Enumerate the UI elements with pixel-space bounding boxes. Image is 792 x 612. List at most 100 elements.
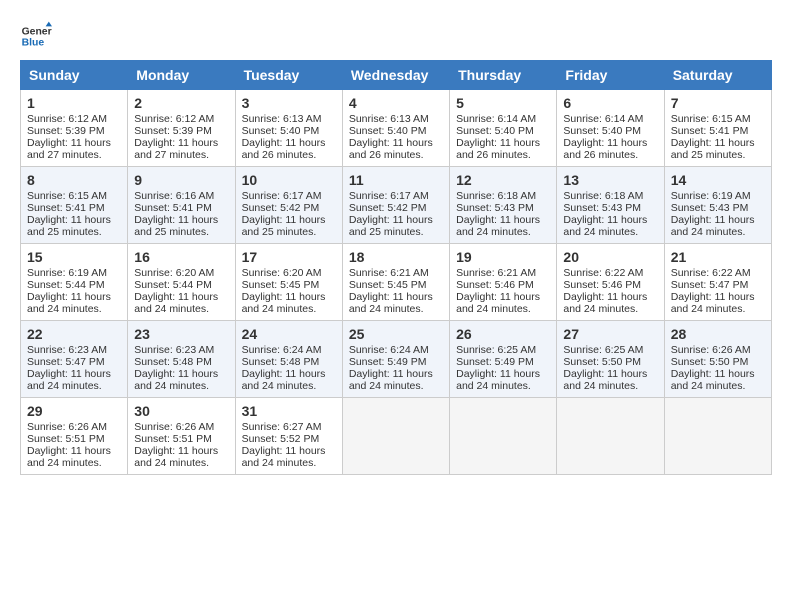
calendar-week-row: 22 Sunrise: 6:23 AM Sunset: 5:47 PM Dayl… [21,321,772,398]
svg-text:Blue: Blue [22,38,45,49]
daylight-label: Daylight: 11 hours and 24 minutes. [349,291,433,315]
sunset-label: Sunset: 5:51 PM [134,433,212,445]
sunrise-label: Sunrise: 6:25 AM [563,344,643,356]
calendar-cell: 4 Sunrise: 6:13 AM Sunset: 5:40 PM Dayli… [342,90,449,167]
sunset-label: Sunset: 5:41 PM [671,125,749,137]
svg-text:General: General [22,26,52,37]
sunrise-label: Sunrise: 6:22 AM [671,267,751,279]
day-number: 3 [242,95,336,111]
sunset-label: Sunset: 5:47 PM [27,356,105,368]
calendar-cell [342,398,449,475]
calendar-cell: 5 Sunrise: 6:14 AM Sunset: 5:40 PM Dayli… [450,90,557,167]
daylight-label: Daylight: 11 hours and 24 minutes. [134,291,218,315]
sunrise-label: Sunrise: 6:26 AM [671,344,751,356]
sunrise-label: Sunrise: 6:13 AM [242,113,322,125]
daylight-label: Daylight: 11 hours and 24 minutes. [456,368,540,392]
sunrise-label: Sunrise: 6:24 AM [349,344,429,356]
sunset-label: Sunset: 5:46 PM [456,279,534,291]
sunrise-label: Sunrise: 6:20 AM [134,267,214,279]
sunset-label: Sunset: 5:49 PM [349,356,427,368]
daylight-label: Daylight: 11 hours and 25 minutes. [242,214,326,238]
day-number: 27 [563,326,657,342]
calendar-cell: 8 Sunrise: 6:15 AM Sunset: 5:41 PM Dayli… [21,167,128,244]
calendar-cell: 19 Sunrise: 6:21 AM Sunset: 5:46 PM Dayl… [450,244,557,321]
sunset-label: Sunset: 5:52 PM [242,433,320,445]
sunset-label: Sunset: 5:47 PM [671,279,749,291]
sunrise-label: Sunrise: 6:16 AM [134,190,214,202]
day-number: 12 [456,172,550,188]
sunrise-label: Sunrise: 6:17 AM [242,190,322,202]
sunset-label: Sunset: 5:48 PM [242,356,320,368]
day-number: 15 [27,249,121,265]
sunrise-label: Sunrise: 6:26 AM [27,421,107,433]
day-number: 24 [242,326,336,342]
sunrise-label: Sunrise: 6:22 AM [563,267,643,279]
daylight-label: Daylight: 11 hours and 24 minutes. [349,368,433,392]
calendar-cell: 1 Sunrise: 6:12 AM Sunset: 5:39 PM Dayli… [21,90,128,167]
sunset-label: Sunset: 5:51 PM [27,433,105,445]
day-of-week-header: Thursday [450,61,557,90]
calendar-cell: 18 Sunrise: 6:21 AM Sunset: 5:45 PM Dayl… [342,244,449,321]
calendar-cell [557,398,664,475]
sunset-label: Sunset: 5:42 PM [349,202,427,214]
day-number: 4 [349,95,443,111]
daylight-label: Daylight: 11 hours and 24 minutes. [456,291,540,315]
day-number: 23 [134,326,228,342]
sunrise-label: Sunrise: 6:18 AM [456,190,536,202]
daylight-label: Daylight: 11 hours and 24 minutes. [563,368,647,392]
day-number: 11 [349,172,443,188]
calendar-cell: 28 Sunrise: 6:26 AM Sunset: 5:50 PM Dayl… [664,321,771,398]
sunset-label: Sunset: 5:43 PM [671,202,749,214]
day-of-week-header: Wednesday [342,61,449,90]
sunset-label: Sunset: 5:44 PM [134,279,212,291]
calendar-cell: 9 Sunrise: 6:16 AM Sunset: 5:41 PM Dayli… [128,167,235,244]
daylight-label: Daylight: 11 hours and 24 minutes. [563,291,647,315]
sunset-label: Sunset: 5:39 PM [134,125,212,137]
sunset-label: Sunset: 5:45 PM [242,279,320,291]
day-number: 7 [671,95,765,111]
daylight-label: Daylight: 11 hours and 24 minutes. [242,445,326,469]
sunrise-label: Sunrise: 6:24 AM [242,344,322,356]
calendar-cell: 3 Sunrise: 6:13 AM Sunset: 5:40 PM Dayli… [235,90,342,167]
sunset-label: Sunset: 5:43 PM [563,202,641,214]
day-of-week-header: Friday [557,61,664,90]
daylight-label: Daylight: 11 hours and 24 minutes. [27,291,111,315]
calendar-cell [450,398,557,475]
sunrise-label: Sunrise: 6:15 AM [671,113,751,125]
sunset-label: Sunset: 5:45 PM [349,279,427,291]
sunset-label: Sunset: 5:41 PM [27,202,105,214]
calendar-cell: 16 Sunrise: 6:20 AM Sunset: 5:44 PM Dayl… [128,244,235,321]
daylight-label: Daylight: 11 hours and 25 minutes. [134,214,218,238]
daylight-label: Daylight: 11 hours and 25 minutes. [27,214,111,238]
sunrise-label: Sunrise: 6:12 AM [134,113,214,125]
sunrise-label: Sunrise: 6:21 AM [349,267,429,279]
calendar-cell: 14 Sunrise: 6:19 AM Sunset: 5:43 PM Dayl… [664,167,771,244]
day-number: 29 [27,403,121,419]
daylight-label: Daylight: 11 hours and 26 minutes. [242,137,326,161]
calendar-cell: 20 Sunrise: 6:22 AM Sunset: 5:46 PM Dayl… [557,244,664,321]
sunset-label: Sunset: 5:41 PM [134,202,212,214]
day-number: 19 [456,249,550,265]
calendar-week-row: 8 Sunrise: 6:15 AM Sunset: 5:41 PM Dayli… [21,167,772,244]
calendar-cell: 13 Sunrise: 6:18 AM Sunset: 5:43 PM Dayl… [557,167,664,244]
day-number: 20 [563,249,657,265]
daylight-label: Daylight: 11 hours and 27 minutes. [134,137,218,161]
day-number: 16 [134,249,228,265]
calendar-cell: 2 Sunrise: 6:12 AM Sunset: 5:39 PM Dayli… [128,90,235,167]
sunrise-label: Sunrise: 6:19 AM [671,190,751,202]
calendar-cell: 15 Sunrise: 6:19 AM Sunset: 5:44 PM Dayl… [21,244,128,321]
sunrise-label: Sunrise: 6:17 AM [349,190,429,202]
sunset-label: Sunset: 5:49 PM [456,356,534,368]
day-number: 21 [671,249,765,265]
sunrise-label: Sunrise: 6:15 AM [27,190,107,202]
sunrise-label: Sunrise: 6:23 AM [27,344,107,356]
daylight-label: Daylight: 11 hours and 24 minutes. [671,368,755,392]
calendar-cell: 12 Sunrise: 6:18 AM Sunset: 5:43 PM Dayl… [450,167,557,244]
daylight-label: Daylight: 11 hours and 24 minutes. [671,291,755,315]
day-number: 25 [349,326,443,342]
sunrise-label: Sunrise: 6:14 AM [563,113,643,125]
day-number: 22 [27,326,121,342]
day-number: 2 [134,95,228,111]
calendar-week-row: 1 Sunrise: 6:12 AM Sunset: 5:39 PM Dayli… [21,90,772,167]
daylight-label: Daylight: 11 hours and 26 minutes. [563,137,647,161]
